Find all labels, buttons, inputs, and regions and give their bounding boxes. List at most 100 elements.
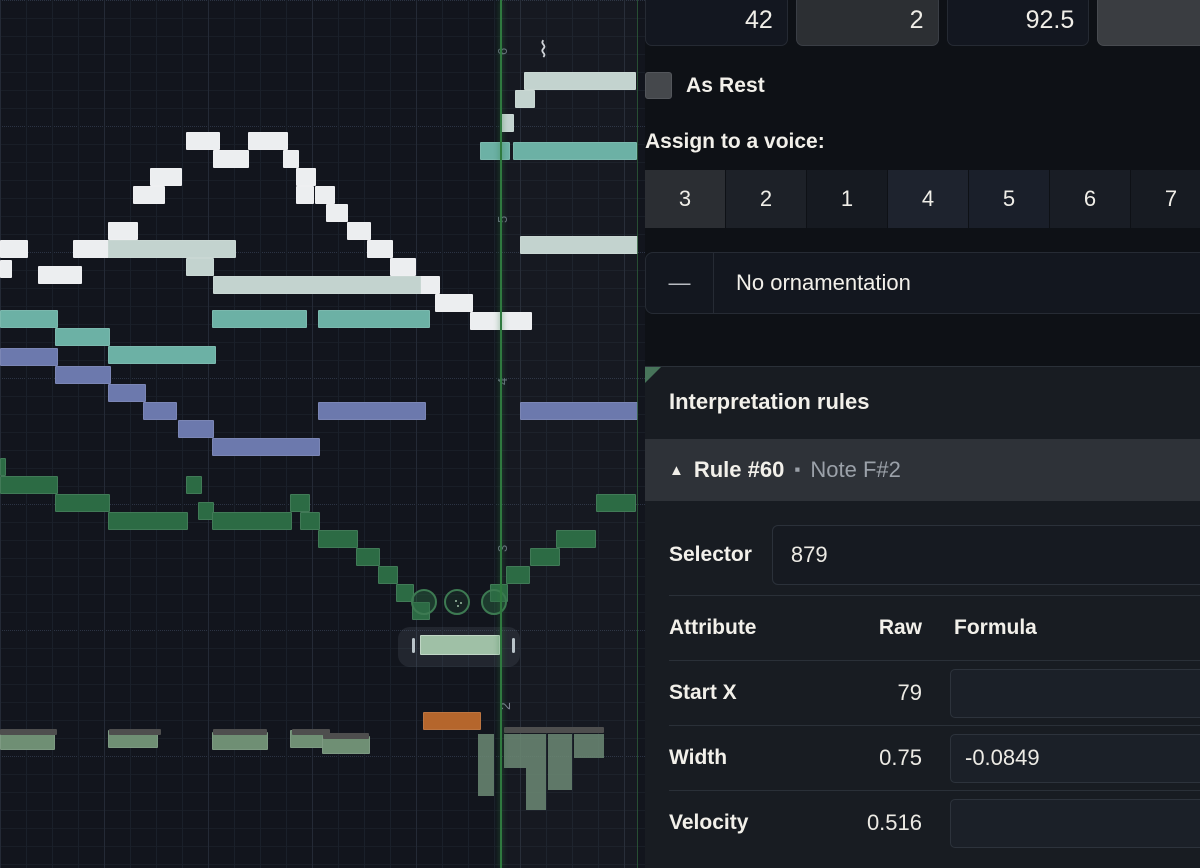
table-header-row: Attribute Raw Formula (669, 596, 1200, 661)
attribute-formula-cell: -0.0849 (936, 726, 1200, 791)
as-rest-checkbox[interactable] (645, 72, 672, 99)
note-block[interactable] (500, 114, 514, 132)
velocity-bar[interactable] (574, 734, 604, 758)
note-block[interactable] (150, 168, 182, 186)
note-block[interactable] (248, 132, 288, 150)
note-block[interactable] (300, 512, 320, 530)
note-block[interactable] (133, 186, 165, 204)
note-block[interactable] (212, 438, 320, 456)
note-block[interactable] (520, 236, 638, 254)
note-block[interactable] (318, 530, 358, 548)
note-block[interactable] (480, 142, 510, 160)
voice-button-2[interactable]: 2 (726, 170, 807, 228)
note-block[interactable] (213, 276, 421, 294)
voice-button-1[interactable]: 1 (807, 170, 888, 228)
note-block[interactable] (596, 494, 636, 512)
note-block[interactable] (296, 168, 316, 186)
note-block[interactable] (356, 548, 380, 566)
piano-roll-canvas[interactable]: 6 5 4 3 2 ⌇ (0, 0, 645, 868)
note-block[interactable] (318, 310, 430, 328)
note-block[interactable] (186, 476, 202, 494)
note-block[interactable] (530, 548, 560, 566)
note-block[interactable] (186, 132, 220, 150)
voice-button-3[interactable]: 3 (645, 170, 726, 228)
note-block[interactable] (0, 458, 6, 476)
note-block[interactable] (556, 530, 596, 548)
formula-input[interactable]: -0.0849 (950, 734, 1200, 783)
attribute-raw-value: 79 (837, 661, 936, 726)
note-block[interactable] (520, 402, 638, 420)
note-block[interactable] (108, 346, 216, 364)
ornament-marker[interactable] (411, 589, 437, 615)
ornament-marker[interactable] (444, 589, 470, 615)
app-root: 6 5 4 3 2 ⌇ 42 2 92.5 As Rest Assign to … (0, 0, 1200, 868)
velocity-bar[interactable] (526, 734, 546, 810)
ornament-marker[interactable] (481, 589, 507, 615)
value-field-2[interactable]: 2 (796, 0, 939, 46)
note-block[interactable] (513, 142, 637, 160)
ornament-none-icon[interactable]: — (646, 253, 714, 313)
resize-handle-right[interactable] (512, 638, 515, 653)
value-field-1[interactable]: 42 (645, 0, 788, 46)
value-field-4[interactable] (1097, 0, 1200, 46)
note-block[interactable] (296, 186, 314, 204)
value-field-3[interactable]: 92.5 (947, 0, 1090, 46)
note-block[interactable] (186, 258, 214, 276)
voice-button-4[interactable]: 4 (888, 170, 969, 228)
note-block[interactable] (435, 294, 473, 312)
note-block[interactable] (143, 402, 177, 420)
note-block[interactable] (213, 150, 249, 168)
attribute-name: Width (669, 726, 837, 791)
note-block[interactable] (212, 310, 307, 328)
note-block[interactable] (290, 494, 310, 512)
note-block[interactable] (212, 512, 292, 530)
voice-button-7[interactable]: 7 (1131, 170, 1200, 228)
velocity-bar[interactable] (478, 734, 494, 796)
note-block[interactable] (0, 476, 58, 494)
note-block[interactable] (0, 310, 58, 328)
note-block[interactable] (0, 348, 58, 366)
voice-button-5[interactable]: 5 (969, 170, 1050, 228)
note-block[interactable] (283, 150, 299, 168)
as-rest-toggle[interactable]: As Rest (645, 72, 765, 99)
velocity-bar[interactable] (504, 734, 526, 768)
note-block[interactable] (315, 186, 335, 204)
table-row: Velocity0.516 (669, 791, 1200, 856)
note-block[interactable] (38, 266, 82, 284)
collapse-caret-icon[interactable]: ▲ (669, 462, 684, 479)
note-block[interactable] (108, 222, 138, 240)
grid-column-line (286, 0, 287, 868)
note-block[interactable] (55, 328, 110, 346)
note-block[interactable] (108, 240, 236, 258)
note-block[interactable] (318, 402, 426, 420)
note-block[interactable] (515, 90, 535, 108)
note-block[interactable] (108, 512, 188, 530)
velocity-bar[interactable] (548, 734, 572, 790)
note-block[interactable] (0, 260, 12, 278)
note-block[interactable] (506, 566, 530, 584)
resize-handle-left[interactable] (412, 638, 415, 653)
note-block[interactable] (55, 494, 110, 512)
note-block[interactable] (347, 222, 371, 240)
formula-input[interactable] (950, 799, 1200, 848)
ornamentation-selector[interactable]: — No ornamentation (645, 252, 1200, 314)
note-block[interactable] (367, 240, 393, 258)
playhead[interactable] (500, 0, 502, 868)
note-block[interactable] (423, 712, 481, 730)
note-block[interactable] (108, 384, 146, 402)
selector-input[interactable]: 879 (772, 525, 1200, 585)
note-block[interactable] (378, 566, 398, 584)
note-block[interactable] (55, 366, 111, 384)
note-block[interactable] (73, 240, 109, 258)
note-block[interactable] (524, 72, 636, 90)
formula-input[interactable] (950, 669, 1200, 718)
rule-header-row[interactable]: ▲ Rule #60 ▪ Note F#2 (645, 439, 1200, 501)
note-block[interactable] (0, 240, 28, 258)
voice-selector[interactable]: 3214567 (645, 170, 1200, 228)
note-block[interactable] (178, 420, 214, 438)
attribute-formula-cell (936, 791, 1200, 856)
note-block[interactable] (390, 258, 416, 276)
note-block[interactable] (326, 204, 348, 222)
voice-button-6[interactable]: 6 (1050, 170, 1131, 228)
selected-note[interactable] (420, 635, 500, 655)
